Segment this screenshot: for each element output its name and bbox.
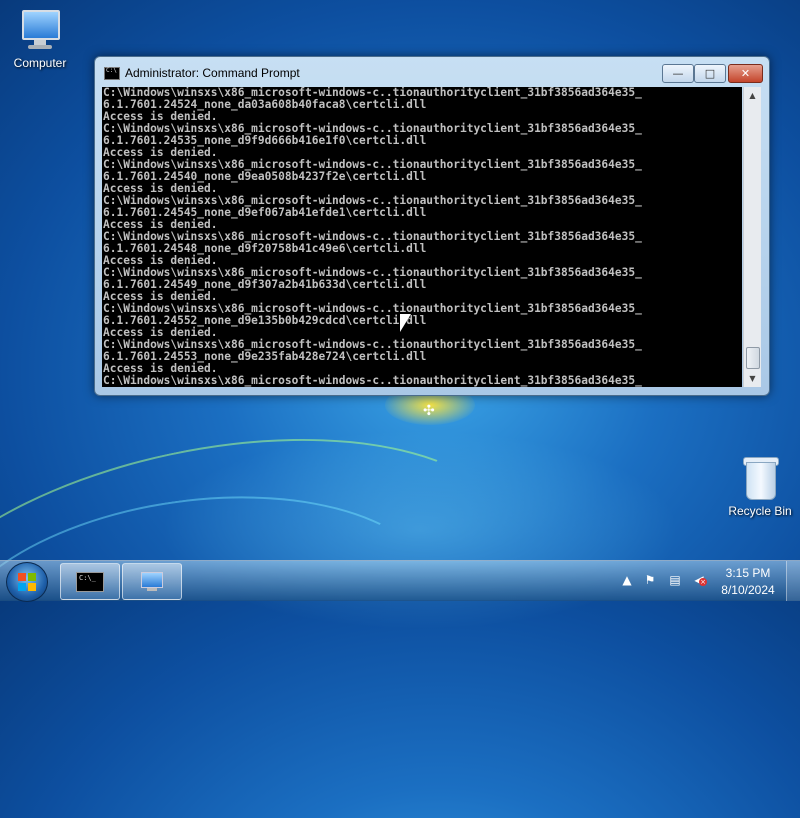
taskbar-button-command-prompt[interactable] — [60, 563, 120, 600]
desktop-icon-recycle-bin[interactable]: Recycle Bin — [720, 454, 800, 518]
console-line: C:\Windows\winsxs\x86_microsoft-windows-… — [103, 374, 642, 387]
vertical-scrollbar[interactable]: ▲ ▼ — [743, 87, 761, 387]
show-hidden-icons-icon[interactable]: ▲ — [620, 573, 634, 587]
mouse-pointer-icon — [400, 314, 411, 332]
command-prompt-icon — [76, 572, 104, 592]
close-button[interactable]: ✕ — [728, 64, 763, 83]
scroll-down-arrow-icon[interactable]: ▼ — [744, 370, 761, 387]
desktop-icon-computer[interactable]: Computer — [0, 8, 80, 70]
scroll-up-arrow-icon[interactable]: ▲ — [744, 87, 761, 104]
recycle-bin-icon — [740, 454, 780, 500]
clock-date: 8/10/2024 — [721, 583, 775, 597]
taskbar-button-remote-desktop[interactable] — [122, 563, 182, 600]
taskbar: ▲ ⚑ ▤ ◀× 3:15 PM 8/10/2024 — [0, 560, 800, 602]
clock-time: 3:15 PM — [725, 566, 771, 580]
scrollbar-thumb[interactable] — [746, 347, 760, 369]
desktop-icon-label: Computer — [13, 56, 67, 70]
console-output[interactable]: C:\Windows\winsxs\x86_microsoft-windows-… — [102, 87, 742, 387]
console-text: C:\Windows\winsxs\x86_microsoft-windows-… — [102, 87, 742, 387]
command-prompt-window[interactable]: Administrator: Command Prompt — □ ✕ C:\W… — [94, 56, 770, 396]
action-center-flag-icon[interactable]: ⚑ — [643, 573, 657, 587]
minimize-button[interactable]: — — [662, 64, 694, 83]
command-prompt-icon[interactable] — [104, 67, 120, 80]
move-cursor-icon: ✣ — [423, 403, 435, 419]
desktop-icon-label: Recycle Bin — [728, 504, 792, 518]
network-icon[interactable]: ▤ — [668, 573, 682, 587]
maximize-button[interactable]: □ — [694, 64, 726, 83]
computer-icon — [18, 8, 62, 52]
window-titlebar[interactable]: Administrator: Command Prompt — □ ✕ — [95, 57, 769, 87]
window-title: Administrator: Command Prompt — [125, 66, 300, 80]
computer-icon — [139, 570, 165, 592]
start-button[interactable] — [6, 562, 48, 602]
show-desktop-button[interactable] — [786, 561, 800, 601]
system-clock[interactable]: 3:15 PM 8/10/2024 — [716, 565, 780, 599]
volume-muted-icon[interactable]: ◀× — [692, 573, 707, 587]
windows-logo-icon — [18, 573, 36, 591]
